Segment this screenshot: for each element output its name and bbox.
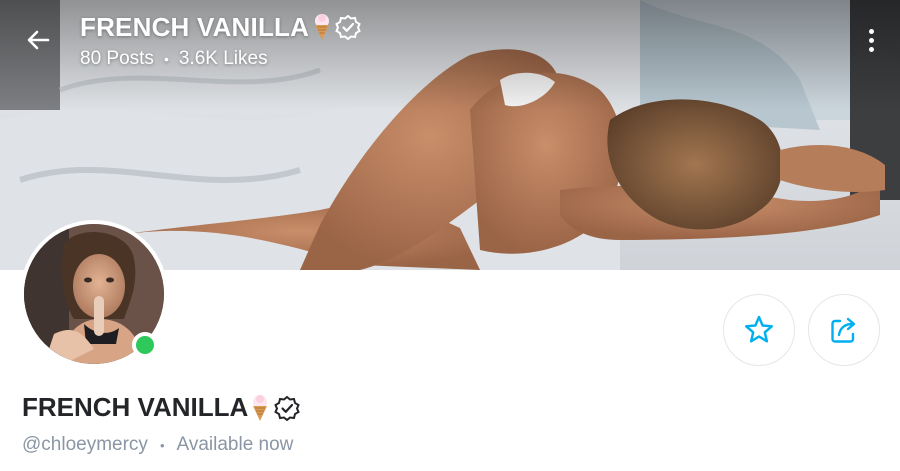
share-icon [831,317,856,343]
favorite-button[interactable] [723,294,795,366]
handle-separator: • [159,437,165,453]
star-icon [745,315,773,343]
posts-count[interactable]: 80 Posts [80,48,154,70]
availability-status: Available now [176,434,294,455]
header-title-row: FRENCH VANILLA [80,10,361,44]
more-vertical-icon-dot [868,46,874,52]
arrow-left-icon [27,30,50,50]
verified-badge-icon [335,14,361,40]
online-status-indicator [132,332,158,358]
header-title-block: FRENCH VANILLA 80 Posts • 3.6K Likes [80,10,361,70]
verified-badge-icon [274,395,301,421]
back-button[interactable] [16,18,60,62]
profile-name-row: FRENCH VANILLA [22,392,301,423]
more-options-button[interactable] [856,22,886,58]
header-title: FRENCH VANILLA [80,11,310,42]
ice-cream-icon [253,394,268,421]
stats-separator: • [163,51,169,67]
ice-cream-icon [315,14,330,40]
more-vertical-icon [868,28,874,34]
profile-handle: @chloeymercy [22,434,148,455]
profile-name: FRENCH VANILLA [22,392,249,422]
more-vertical-icon-dot [868,37,874,43]
share-button[interactable] [808,294,880,366]
profile-handle-row: @chloeymercy • Available now [22,434,293,456]
header-stats: 80 Posts • 3.6K Likes [80,48,361,70]
likes-count: 3.6K Likes [178,48,268,69]
